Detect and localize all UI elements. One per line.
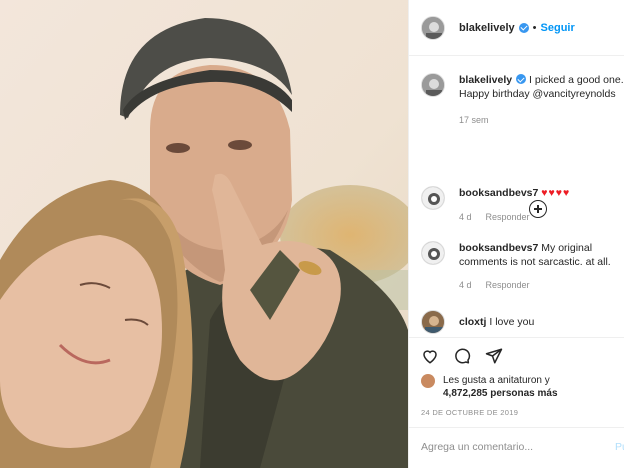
comment-username[interactable]: booksandbevs7 — [459, 242, 538, 254]
comment: cloxtj I love you — [421, 310, 624, 334]
author-username[interactable]: blakelively — [459, 22, 515, 34]
commenter-avatar[interactable] — [421, 310, 445, 334]
caption: blakelively I picked a good one. Happy b… — [421, 73, 624, 101]
post-actions: Les gusta a anitaturon y 4,872,285 perso… — [409, 337, 624, 427]
caption-username[interactable]: blakelively — [459, 74, 512, 86]
comment-icon[interactable] — [453, 347, 471, 370]
comment-age: 4 d — [459, 212, 472, 222]
post-date: 24 DE OCTUBRE DE 2019 — [421, 408, 519, 417]
author-avatar[interactable] — [421, 15, 445, 40]
post-photo[interactable] — [0, 0, 408, 468]
comment: booksandbevs7 ♥♥♥♥ 4 d Responder — [421, 186, 624, 224]
caption-avatar[interactable] — [421, 73, 445, 97]
share-icon[interactable] — [485, 347, 503, 370]
reply-button[interactable]: Responder — [486, 212, 530, 222]
likes-line1: Les gusta a anitaturon y — [443, 375, 550, 386]
reply-button[interactable]: Responder — [486, 280, 530, 290]
comment-username[interactable]: cloxtj — [459, 316, 486, 328]
verified-badge-icon — [518, 22, 529, 33]
comment-age: 4 d — [459, 280, 472, 290]
add-comment-input[interactable]: Agrega un comentario... — [421, 441, 533, 453]
commenter-avatar[interactable] — [421, 186, 445, 210]
caption-text-line2: Happy birthday @vancityreynolds — [459, 88, 616, 100]
comment-hearts: ♥♥♥♥ — [541, 187, 571, 199]
commenter-avatar[interactable] — [421, 241, 445, 265]
comments-list[interactable]: blakelively I picked a good one. Happy b… — [409, 57, 624, 337]
comment-text: I love you — [489, 316, 535, 328]
post-header: blakelively • Seguir — [409, 0, 624, 56]
heart-icon[interactable] — [421, 347, 439, 370]
caption-age: 17 sem — [459, 115, 489, 125]
post-side-panel: blakelively • Seguir blakelively I picke… — [408, 0, 624, 468]
comment-text-line2: comments is not sarcastic. at all. — [459, 256, 611, 268]
likes-summary[interactable]: Les gusta a anitaturon y 4,872,285 perso… — [421, 374, 558, 400]
comment-username[interactable]: booksandbevs7 — [459, 187, 538, 199]
separator-dot: • — [532, 21, 537, 34]
caption-text-line1: I picked a good one. — [529, 74, 624, 86]
likes-line2: 4,872,285 personas más — [443, 388, 558, 399]
liker-avatar[interactable] — [421, 374, 435, 388]
verified-badge-icon — [516, 74, 527, 84]
publish-button[interactable]: Pu — [615, 441, 624, 453]
follow-button[interactable]: Seguir — [541, 22, 575, 34]
add-comment-bar: Agrega un comentario... Pu — [409, 427, 624, 468]
comment-text-line1: My original — [541, 242, 593, 254]
comment: booksandbevs7 My original comments is no… — [421, 241, 624, 292]
